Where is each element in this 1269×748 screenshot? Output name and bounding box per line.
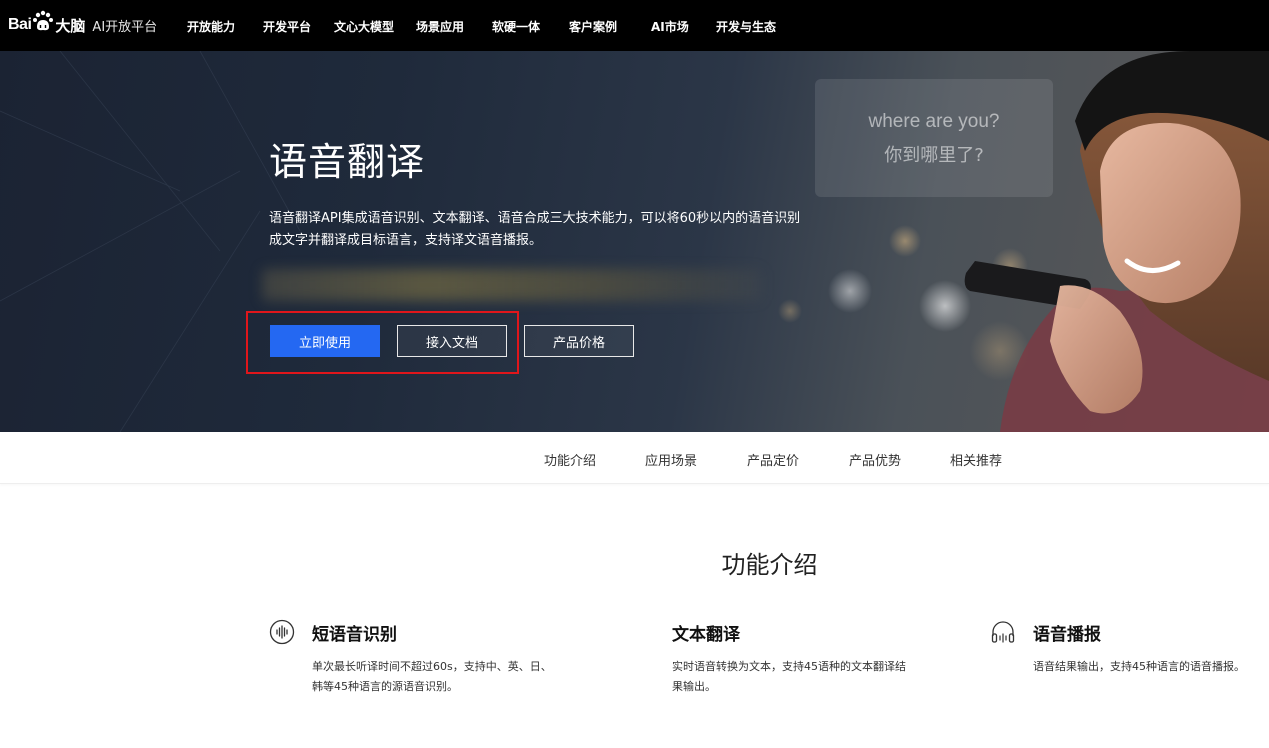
- use-now-button[interactable]: 立即使用: [270, 325, 380, 357]
- section-tab-bar: 功能介绍 应用场景 产品定价 产品优势 相关推荐: [0, 432, 1269, 484]
- speech-bubble: where are you? 你到哪里了?: [815, 79, 1053, 197]
- nav-item-ernie[interactable]: 文心大模型: [334, 18, 394, 35]
- baidu-ai-logo[interactable]: Bai 大脑 AI开放平台: [8, 10, 158, 37]
- feature-desc-voice-broadcast: 语音结果输出，支持45种语言的语音播报。: [1033, 660, 1245, 673]
- tab-advantages[interactable]: 产品优势: [849, 450, 901, 469]
- tab-scenarios[interactable]: 应用场景: [645, 450, 697, 469]
- nav-item-scenario-apps[interactable]: 场景应用: [416, 18, 464, 35]
- page-title: 语音翻译: [269, 140, 426, 184]
- section-title: 功能介绍: [721, 551, 818, 579]
- hero-banner: where are you? 你到哪里了? 语音翻译 语音翻译API集成语音识别…: [0, 51, 1269, 432]
- feature-desc-short-speech: 单次最长听译时间不超过60s，支持中、英、日、韩等45种语言的源语音识别。: [312, 660, 552, 693]
- blurred-region: [262, 269, 762, 301]
- nav-item-hardware[interactable]: 软硬一体: [492, 18, 540, 35]
- paw-icon: [33, 10, 54, 31]
- hero-description: 语音翻译API集成语音识别、文本翻译、语音合成三大技术能力，可以将60秒以内的语…: [269, 211, 801, 248]
- bubble-chinese-text: 你到哪里了?: [884, 145, 984, 166]
- nav-item-ai-market[interactable]: AI市场: [651, 18, 689, 35]
- logo-du-text: 大脑: [55, 16, 86, 35]
- nav-item-open-capabilities[interactable]: 开放能力: [187, 18, 235, 35]
- sound-wave-icon: [269, 619, 295, 645]
- access-docs-button[interactable]: 接入文档: [397, 325, 507, 357]
- product-pricing-button[interactable]: 产品价格: [524, 325, 634, 357]
- feature-title-short-speech: 短语音识别: [312, 625, 397, 645]
- nav-item-ecosystem[interactable]: 开发与生态: [716, 18, 776, 35]
- feature-title-voice-broadcast: 语音播报: [1033, 625, 1101, 645]
- nav-item-customer-cases[interactable]: 客户案例: [569, 18, 617, 35]
- tab-features[interactable]: 功能介绍: [544, 450, 596, 469]
- bubble-english-text: where are you?: [868, 111, 1000, 132]
- headphones-icon: [991, 621, 1015, 643]
- feature-title-text-translation: 文本翻译: [672, 625, 740, 645]
- tab-pricing[interactable]: 产品定价: [747, 450, 799, 469]
- feature-desc-text-translation: 实时语音转换为文本，支持45语种的文本翻译结果输出。: [672, 660, 906, 693]
- logo-bai-text: Bai: [8, 16, 32, 33]
- top-navigation-bar: Bai 大脑 AI开放平台 开放能力 开发平台 文心大模型 场景应用 软硬一体 …: [0, 0, 1269, 51]
- logo-platform-text: AI开放平台: [92, 19, 158, 35]
- tab-recommendations[interactable]: 相关推荐: [950, 450, 1002, 469]
- nav-item-dev-platform[interactable]: 开发平台: [263, 18, 311, 35]
